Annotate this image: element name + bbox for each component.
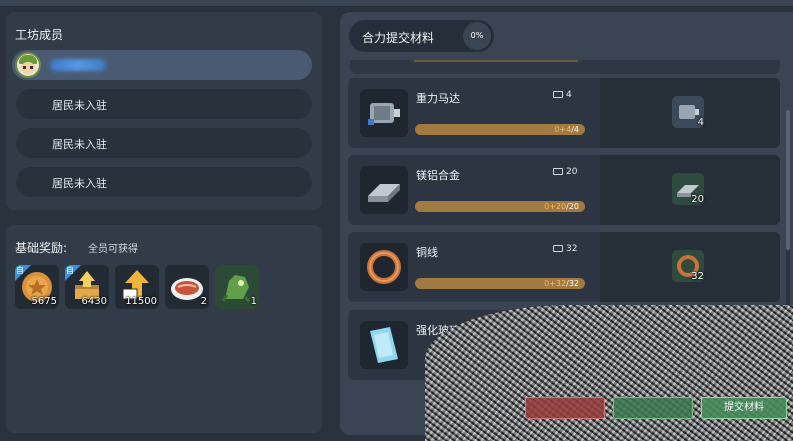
members-panel: 工坊成员 居民未入驻 居民未入驻 居民未入驻	[6, 12, 322, 210]
material-progress-bar: 0+20/20	[415, 201, 585, 212]
reward-chest[interactable]: 自 6430	[65, 265, 109, 309]
motor-icon	[368, 103, 400, 125]
scrollbar-thumb[interactable]	[786, 110, 790, 250]
ingot-icon	[368, 184, 400, 202]
reward-exp[interactable]: 11500	[115, 265, 159, 309]
material-progress-bar: 0+4/4	[415, 124, 585, 135]
rewards-panel: 基础奖励: 全员可获得 自 5675 自 6430 11500 2 1	[6, 225, 322, 433]
obscured-region	[425, 305, 793, 441]
material-name: 重力马达	[416, 92, 460, 105]
member-slot-3[interactable]: 居民未入驻	[16, 167, 312, 197]
material-progress-bar: 0+32/32	[415, 278, 585, 289]
material-name: 铜线	[416, 246, 438, 259]
material-icon-frame	[360, 89, 408, 137]
slot-qty: 32	[691, 271, 704, 282]
reward-qty: 5675	[31, 296, 57, 307]
material-submit-zone[interactable]: 20	[600, 155, 780, 225]
submit-slot[interactable]: 4	[672, 96, 704, 128]
reward-qty: 1	[250, 296, 257, 307]
member-slot-label: 居民未入驻	[52, 99, 107, 112]
blurred-member-name	[50, 59, 106, 71]
rewards-title: 基础奖励:	[15, 241, 68, 255]
slot-qty: 20	[691, 194, 704, 205]
material-row: 铜线 32 0+32/32 32	[348, 232, 780, 302]
storage-icon	[553, 245, 563, 252]
top-edge	[0, 0, 793, 6]
storage-icon	[553, 91, 563, 98]
reward-creature[interactable]: 1	[215, 265, 259, 309]
member-self-row[interactable]	[12, 50, 312, 80]
material-submit-zone[interactable]: 4	[600, 78, 780, 148]
submit-title: 合力提交材料	[362, 31, 435, 45]
material-row: 镁铝合金 20 0+20/20 20	[348, 155, 780, 225]
glass-pane-icon	[370, 327, 398, 363]
previous-row-edge	[350, 60, 780, 74]
material-icon-frame	[360, 166, 408, 214]
material-submit-zone[interactable]: 32	[600, 232, 780, 302]
material-stock: 20	[553, 167, 577, 177]
members-title: 工坊成员	[15, 28, 64, 42]
storage-icon	[553, 168, 563, 175]
material-icon-frame	[360, 321, 408, 369]
member-slot-label: 居民未入驻	[52, 138, 107, 151]
material-stock: 4	[553, 90, 572, 100]
material-icon-frame	[360, 243, 408, 291]
copper-coil-icon	[367, 250, 401, 284]
reward-qty: 6430	[81, 296, 107, 307]
reward-qty: 2	[200, 296, 207, 307]
progress-percent-badge: 0%	[463, 22, 491, 50]
rewards-subtitle: 全员可获得	[88, 244, 138, 255]
member-slot-2[interactable]: 居民未入驻	[16, 128, 312, 158]
submit-header: 合力提交材料 0%	[349, 20, 494, 52]
avatar	[15, 52, 41, 78]
member-slot-1[interactable]: 居民未入驻	[16, 89, 312, 119]
redacted-button-left[interactable]	[525, 397, 605, 419]
material-row: 重力马达 4 0+4/4 4	[348, 78, 780, 148]
submit-slot[interactable]: 20	[672, 173, 704, 205]
redacted-button-middle[interactable]	[613, 397, 693, 419]
submit-slot[interactable]: 32	[672, 250, 704, 282]
reward-gold-coin[interactable]: 自 5675	[15, 265, 59, 309]
material-name: 镁铝合金	[416, 169, 460, 182]
reward-meat[interactable]: 2	[165, 265, 209, 309]
member-slot-label: 居民未入驻	[52, 177, 107, 190]
slot-qty: 4	[697, 117, 704, 128]
material-stock: 32	[553, 244, 577, 254]
reward-qty: 11500	[125, 296, 157, 307]
submit-materials-button[interactable]: 提交材料	[701, 397, 787, 419]
